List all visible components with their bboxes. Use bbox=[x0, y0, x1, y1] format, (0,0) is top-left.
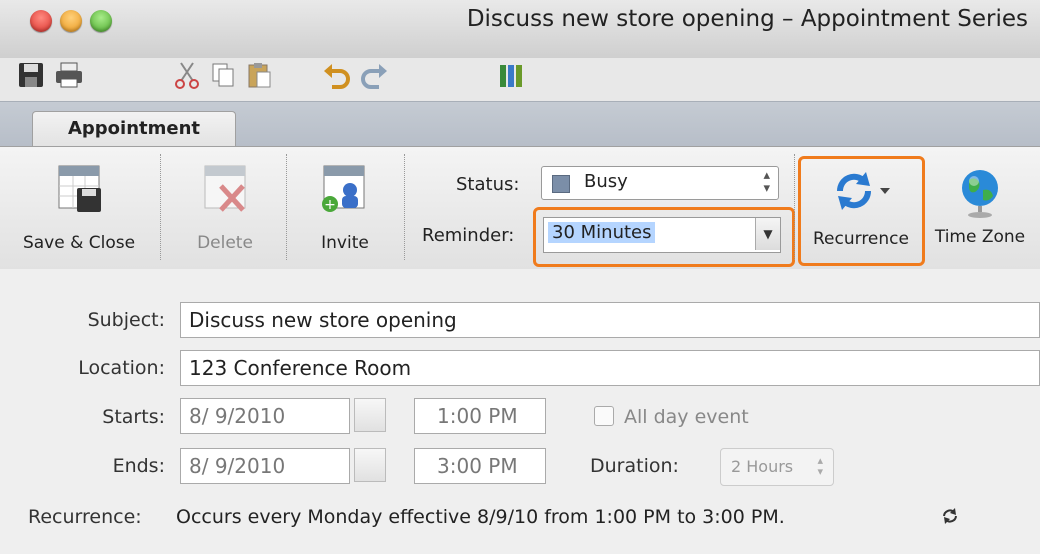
ends-calendar-icon[interactable] bbox=[354, 448, 386, 482]
starts-calendar-icon[interactable] bbox=[354, 398, 386, 432]
starts-label: Starts: bbox=[102, 406, 165, 428]
starts-date-field[interactable]: 8/ 9/2010 bbox=[180, 398, 350, 434]
duration-label: Duration: bbox=[590, 455, 679, 477]
recurrence-info-text: Occurs every Monday effective 8/9/10 fro… bbox=[176, 506, 785, 528]
save-close-label: Save & Close bbox=[22, 233, 136, 253]
invite-label: Invite bbox=[321, 233, 369, 253]
updown-arrows-icon: ▴ ▾ bbox=[817, 454, 823, 478]
delete-label: Delete bbox=[197, 233, 253, 253]
status-label: Status: bbox=[456, 174, 520, 195]
busy-swatch-icon bbox=[552, 175, 570, 193]
redo-icon[interactable] bbox=[357, 58, 391, 92]
ends-date-field[interactable]: 8/ 9/2010 bbox=[180, 448, 350, 484]
svg-text:+: + bbox=[324, 197, 336, 213]
recurrence-icon bbox=[836, 172, 890, 210]
office-icon[interactable] bbox=[494, 58, 528, 92]
ends-time-field[interactable]: 3:00 PM bbox=[414, 448, 546, 484]
delete-button[interactable]: Delete bbox=[170, 160, 280, 260]
print-icon[interactable] bbox=[52, 58, 86, 92]
time-zone-button[interactable]: Time Zone bbox=[924, 166, 1036, 258]
duration-select[interactable]: 2 Hours ▴ ▾ bbox=[720, 448, 834, 486]
close-window-button[interactable] bbox=[30, 10, 52, 32]
ribbon-separator bbox=[286, 154, 287, 260]
recurrence-info-label: Recurrence: bbox=[28, 506, 142, 528]
invite-button[interactable]: + Invite bbox=[295, 160, 395, 260]
reminder-combobox[interactable]: 30 Minutes ▼ bbox=[543, 217, 781, 253]
minimize-window-button[interactable] bbox=[60, 10, 82, 32]
save-close-icon bbox=[58, 165, 101, 212]
ribbon-separator bbox=[404, 154, 405, 260]
updown-arrows-icon: ▴ ▾ bbox=[763, 168, 770, 196]
recurrence-refresh-icon[interactable] bbox=[938, 504, 962, 528]
window-title: Discuss new store opening – Appointment … bbox=[466, 6, 1028, 32]
reminder-label: Reminder: bbox=[422, 225, 515, 246]
status-value: Busy bbox=[584, 171, 628, 192]
save-icon[interactable] bbox=[14, 58, 48, 92]
cut-icon[interactable] bbox=[170, 58, 204, 92]
ends-label: Ends: bbox=[112, 455, 165, 477]
duration-value: 2 Hours bbox=[731, 457, 794, 476]
zoom-window-button[interactable] bbox=[90, 10, 112, 32]
recurrence-button[interactable]: Recurrence bbox=[806, 166, 916, 258]
time-zone-label: Time Zone bbox=[934, 227, 1026, 247]
ribbon-separator bbox=[794, 154, 795, 260]
tab-appointment[interactable]: Appointment bbox=[32, 111, 236, 148]
globe-icon bbox=[962, 170, 998, 218]
chevron-down-icon[interactable]: ▼ bbox=[755, 218, 780, 250]
location-field[interactable]: 123 Conference Room bbox=[180, 350, 1040, 386]
undo-icon[interactable] bbox=[320, 58, 354, 92]
all-day-checkbox[interactable] bbox=[594, 406, 614, 426]
subject-label: Subject: bbox=[87, 309, 165, 331]
starts-time-field[interactable]: 1:00 PM bbox=[414, 398, 546, 434]
delete-icon bbox=[204, 165, 246, 212]
all-day-label: All day event bbox=[624, 406, 749, 428]
ribbon-separator bbox=[160, 154, 161, 260]
subject-field[interactable]: Discuss new store opening bbox=[180, 302, 1040, 338]
status-select[interactable]: Busy ▴ ▾ bbox=[541, 166, 779, 200]
recurrence-label: Recurrence bbox=[813, 229, 909, 249]
location-label: Location: bbox=[78, 357, 165, 379]
save-close-button[interactable]: Save & Close bbox=[14, 160, 144, 260]
reminder-value: 30 Minutes bbox=[548, 222, 656, 243]
copy-icon[interactable] bbox=[206, 58, 240, 92]
paste-icon[interactable] bbox=[242, 58, 276, 92]
invite-icon: + bbox=[322, 165, 365, 213]
